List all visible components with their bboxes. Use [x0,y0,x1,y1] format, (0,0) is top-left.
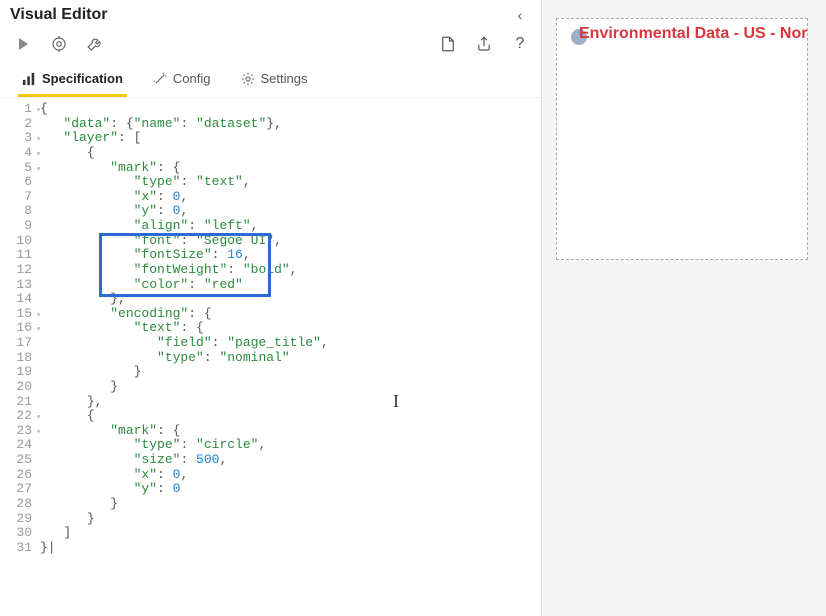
preview-canvas[interactable]: Environmental Data - US - Northe [556,18,808,260]
code-editor[interactable]: 1▾23▾4▾5▾6789101112131415▾16▾17181920212… [0,98,541,616]
tab-config-label: Config [173,71,211,86]
header: Visual Editor ‹ [0,0,541,29]
preview-pane: Environmental Data - US - Northe [542,0,826,616]
toolbar: ? [0,29,541,59]
share-icon[interactable] [475,35,493,53]
code-area[interactable]: { "data": {"name": "dataset"}, "layer": … [40,102,541,616]
play-icon[interactable] [14,35,32,53]
wrench-icon[interactable] [86,35,104,53]
tab-settings[interactable]: Settings [237,65,312,97]
wand-icon [153,72,167,86]
editor-pane: Visual Editor ‹ ? [0,0,542,616]
new-file-icon[interactable] [439,35,457,53]
help-icon[interactable]: ? [511,35,529,53]
target-icon[interactable] [50,35,68,53]
panel-title: Visual Editor [10,6,108,24]
collapse-icon[interactable]: ‹ [511,7,529,23]
line-gutter: 1▾23▾4▾5▾6789101112131415▾16▾17181920212… [0,102,40,616]
preview-title-text: Environmental Data - US - Northe [579,25,808,43]
tabs: Specification Config Settings [0,59,541,98]
tab-spec-label: Specification [42,71,123,86]
tab-specification[interactable]: Specification [18,65,127,97]
tab-config[interactable]: Config [149,65,215,97]
chart-icon [22,72,36,86]
gear-icon [241,72,255,86]
tab-settings-label: Settings [261,71,308,86]
